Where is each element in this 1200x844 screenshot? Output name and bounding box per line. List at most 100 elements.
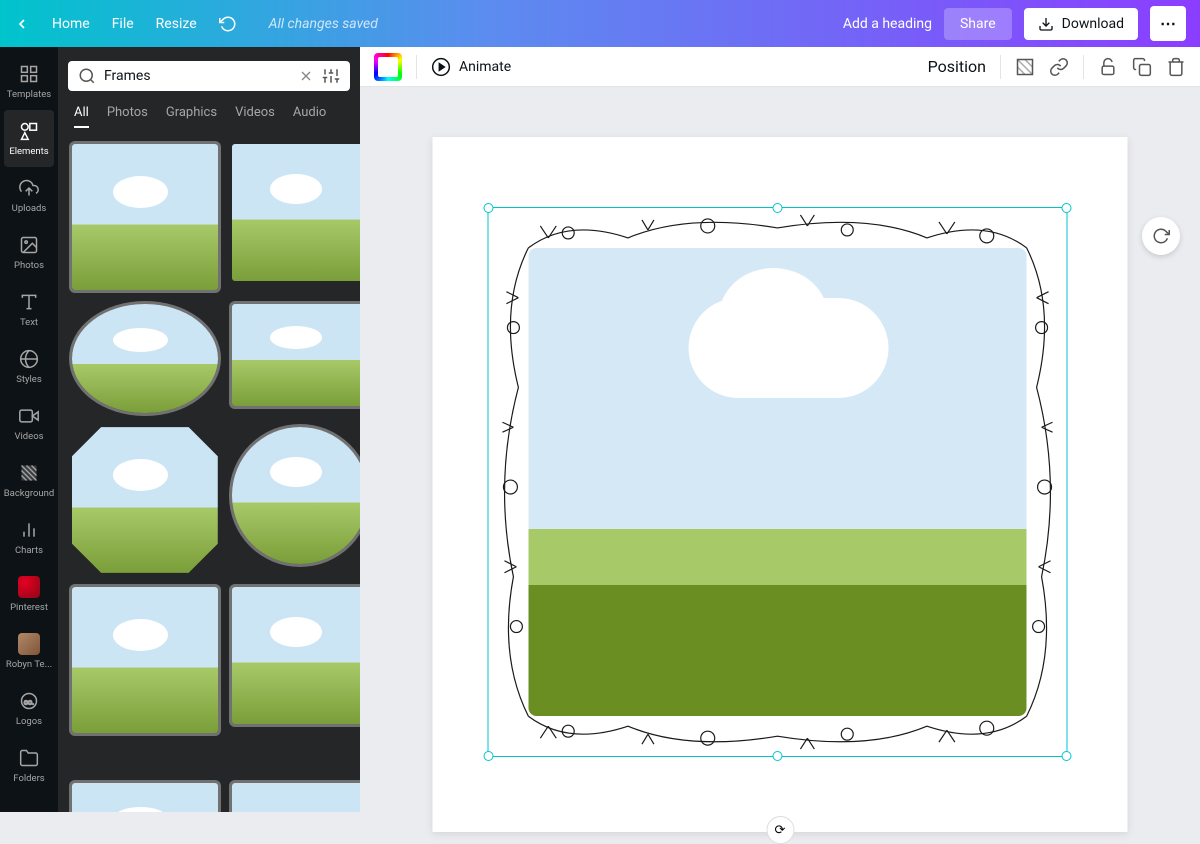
clear-search-icon[interactable] [298, 68, 314, 84]
nav-folders[interactable]: Folders [0, 737, 58, 794]
file-menu[interactable]: File [112, 16, 134, 32]
cloud-shape [689, 298, 889, 398]
home-link[interactable]: Home [52, 16, 90, 32]
nav-templates[interactable]: Templates [0, 53, 58, 110]
canvas-area: Animate Position [360, 47, 1200, 812]
selected-element[interactable] [488, 207, 1068, 757]
nav-logos[interactable]: co. Logos [0, 680, 58, 737]
transparency-icon[interactable] [1015, 57, 1035, 77]
page-sync-icon[interactable]: ⟳ [766, 816, 794, 844]
templates-icon [18, 63, 40, 85]
nav-robyn[interactable]: Robyn Te... [0, 623, 58, 680]
tab-photos[interactable]: Photos [107, 105, 148, 128]
undo-icon[interactable] [219, 15, 237, 33]
frame-thumb[interactable] [72, 587, 218, 733]
frame-thumb[interactable] [232, 587, 360, 724]
folders-icon [18, 747, 40, 769]
nav-charts[interactable]: Charts [0, 509, 58, 566]
top-right-group: Add a heading Share Download ⋯ [843, 6, 1186, 41]
charts-icon [18, 519, 40, 541]
divider [416, 55, 417, 79]
frame-thumb[interactable] [232, 144, 360, 281]
add-heading-button[interactable]: Add a heading [843, 16, 932, 32]
avatar-icon [18, 633, 40, 655]
animate-button[interactable]: Animate [431, 57, 511, 77]
main-layout: Templates Elements Uploads Photos Text S… [0, 47, 1200, 812]
page-canvas[interactable]: ⟳ [433, 137, 1128, 832]
nav-label: Styles [16, 374, 42, 385]
nav-styles[interactable]: Styles [0, 338, 58, 395]
frame-thumb[interactable] [72, 304, 218, 413]
resize-handle[interactable] [1062, 751, 1072, 761]
top-left-group: Home File Resize All changes saved [14, 15, 378, 33]
nav-rail: Templates Elements Uploads Photos Text S… [0, 47, 58, 812]
resize-handle[interactable] [773, 751, 783, 761]
back-arrow-icon[interactable] [14, 16, 30, 32]
resize-handle[interactable] [773, 203, 783, 213]
context-toolbar: Animate Position [360, 47, 1200, 87]
nav-label: Folders [13, 773, 44, 784]
duplicate-icon[interactable] [1132, 57, 1152, 77]
videos-icon [18, 405, 40, 427]
divider [1083, 55, 1084, 79]
nav-elements[interactable]: Elements [4, 110, 54, 167]
download-label: Download [1062, 16, 1124, 32]
tab-videos[interactable]: Videos [235, 105, 275, 128]
frame-thumb[interactable] [72, 144, 218, 290]
nav-pinterest[interactable]: Pinterest [0, 566, 58, 623]
search-box [68, 61, 350, 91]
animate-label: Animate [459, 59, 511, 75]
resize-handle[interactable] [1062, 203, 1072, 213]
frame-thumb[interactable] [72, 783, 218, 812]
search-input[interactable] [104, 68, 290, 84]
nav-label: Videos [14, 431, 43, 442]
elements-icon [18, 120, 40, 142]
logos-icon: co. [18, 690, 40, 712]
nav-label: Text [20, 317, 38, 328]
search-icon[interactable] [78, 67, 96, 85]
share-button[interactable]: Share [944, 8, 1012, 40]
frame-thumb[interactable] [232, 427, 360, 564]
nav-label: Templates [7, 89, 51, 100]
filter-tabs: All Photos Graphics Videos Audio [74, 105, 344, 128]
filter-icon[interactable] [322, 67, 340, 85]
nav-label: Elements [9, 146, 48, 157]
delete-icon[interactable] [1166, 57, 1186, 77]
frame-thumb[interactable] [72, 427, 218, 573]
nav-label: Photos [14, 260, 44, 271]
divider [1000, 55, 1001, 79]
resize-handle[interactable] [484, 203, 494, 213]
tab-all[interactable]: All [74, 105, 89, 128]
frame-thumb[interactable] [232, 783, 360, 812]
more-menu-button[interactable]: ⋯ [1150, 6, 1186, 41]
save-status: All changes saved [269, 16, 378, 32]
photos-icon [18, 234, 40, 256]
pinterest-icon [18, 576, 40, 598]
refresh-floating-button[interactable] [1142, 217, 1180, 255]
position-button[interactable]: Position [928, 57, 986, 76]
nav-label: Robyn Te... [6, 659, 52, 670]
elements-panel: All Photos Graphics Videos Audio [58, 47, 360, 812]
styles-icon [18, 348, 40, 370]
tab-audio[interactable]: Audio [293, 105, 326, 128]
frame-thumb[interactable] [232, 304, 360, 406]
nav-label: Pinterest [10, 602, 48, 613]
nav-videos[interactable]: Videos [0, 395, 58, 452]
nav-label: Charts [15, 545, 43, 556]
link-icon[interactable] [1049, 57, 1069, 77]
tab-graphics[interactable]: Graphics [166, 105, 217, 128]
nav-uploads[interactable]: Uploads [0, 167, 58, 224]
download-button[interactable]: Download [1024, 8, 1138, 40]
nav-photos[interactable]: Photos [0, 224, 58, 281]
top-header: Home File Resize All changes saved Add a… [0, 0, 1200, 47]
uploads-icon [18, 177, 40, 199]
resize-handle[interactable] [484, 751, 494, 761]
nav-text[interactable]: Text [0, 281, 58, 338]
nav-label: Background [4, 488, 55, 499]
nav-background[interactable]: Background [0, 452, 58, 509]
resize-menu[interactable]: Resize [156, 16, 197, 32]
nav-label: Uploads [12, 203, 47, 214]
nav-label: Logos [16, 716, 42, 727]
color-picker-button[interactable] [374, 53, 402, 81]
lock-icon[interactable] [1098, 57, 1118, 77]
